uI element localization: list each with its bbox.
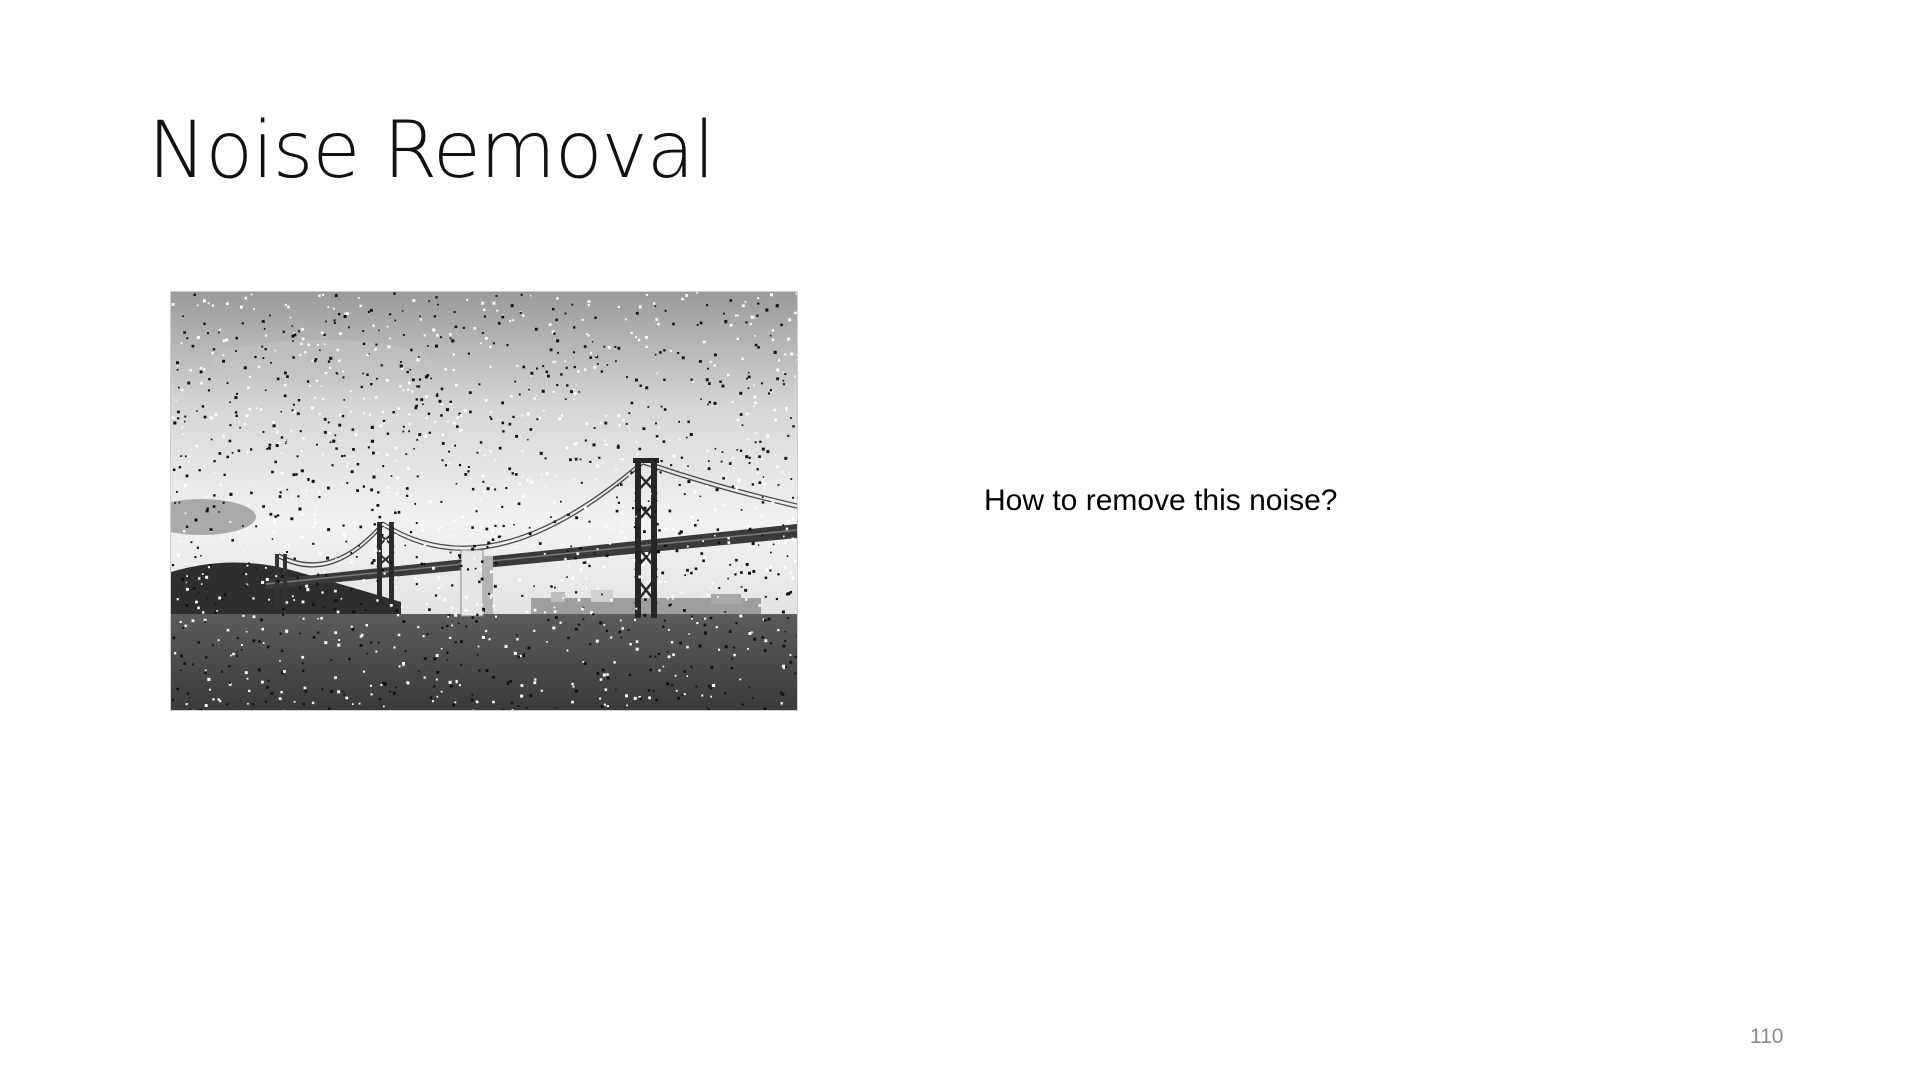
slide: Noise Removal How to remove this noise? … — [0, 0, 1920, 1080]
page-number: 110 — [1750, 1025, 1784, 1048]
slide-title: Noise Removal — [148, 106, 715, 196]
noisy-bridge-image — [171, 292, 797, 710]
question-text: How to remove this noise? — [984, 484, 1338, 517]
